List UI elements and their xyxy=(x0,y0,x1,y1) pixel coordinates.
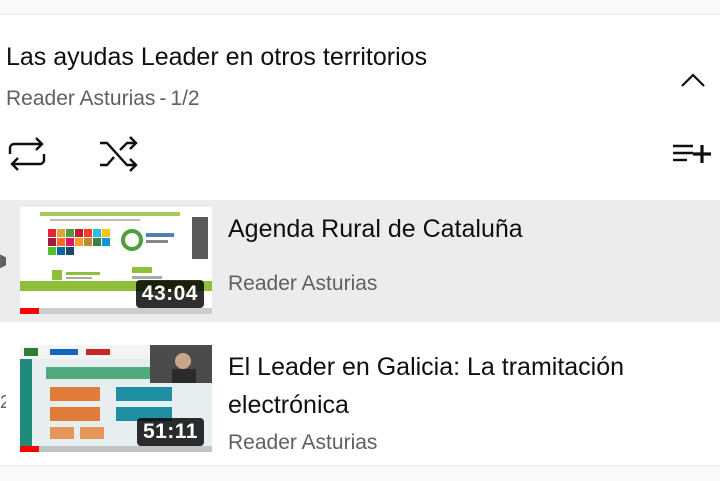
playlist-add-icon xyxy=(673,144,711,163)
playlist-item-index: 2 xyxy=(0,392,6,412)
loop-icon xyxy=(8,137,46,171)
video-thumbnail[interactable]: 43:04 xyxy=(20,207,212,314)
video-title[interactable]: Agenda Rural de Cataluña xyxy=(228,210,698,248)
video-channel[interactable]: Reader Asturias xyxy=(228,431,377,455)
playlist-subtitle: Reader Asturias -1/2 xyxy=(6,87,200,111)
playlist-panel: Las ayudas Leader en otros territorios R… xyxy=(0,15,720,465)
save-playlist-button[interactable] xyxy=(668,133,714,175)
watch-progress-bar xyxy=(20,446,40,452)
playlist-channel[interactable]: Reader Asturias xyxy=(6,87,155,110)
collapse-button[interactable] xyxy=(676,63,710,97)
playlist-position: 1/2 xyxy=(170,87,200,110)
subtitle-separator: - xyxy=(159,87,167,110)
progress-track xyxy=(20,308,212,314)
shuffle-icon xyxy=(100,136,138,172)
playlist-item[interactable]: 2 51:11 El Leader en Galicia: La tramita… xyxy=(0,338,720,460)
video-duration: 43:04 xyxy=(135,280,204,308)
loop-button[interactable] xyxy=(4,133,50,175)
top-divider xyxy=(0,0,720,15)
playlist-item[interactable]: ▶ xyxy=(0,200,720,322)
watch-progress-bar xyxy=(20,308,40,314)
now-playing-indicator: ▶ xyxy=(0,250,6,271)
video-title[interactable]: El Leader en Galicia: La tramitación ele… xyxy=(228,348,698,424)
shuffle-button[interactable] xyxy=(96,133,142,175)
video-thumbnail[interactable]: 51:11 xyxy=(20,345,212,452)
video-channel[interactable]: Reader Asturias xyxy=(228,272,377,296)
chevron-up-icon xyxy=(681,73,705,87)
progress-track xyxy=(20,446,212,452)
playlist-title[interactable]: Las ayudas Leader en otros territorios xyxy=(6,43,427,72)
bottom-divider xyxy=(0,465,720,481)
video-duration: 51:11 xyxy=(136,418,204,446)
playlist-header: Las ayudas Leader en otros territorios R… xyxy=(0,15,720,193)
